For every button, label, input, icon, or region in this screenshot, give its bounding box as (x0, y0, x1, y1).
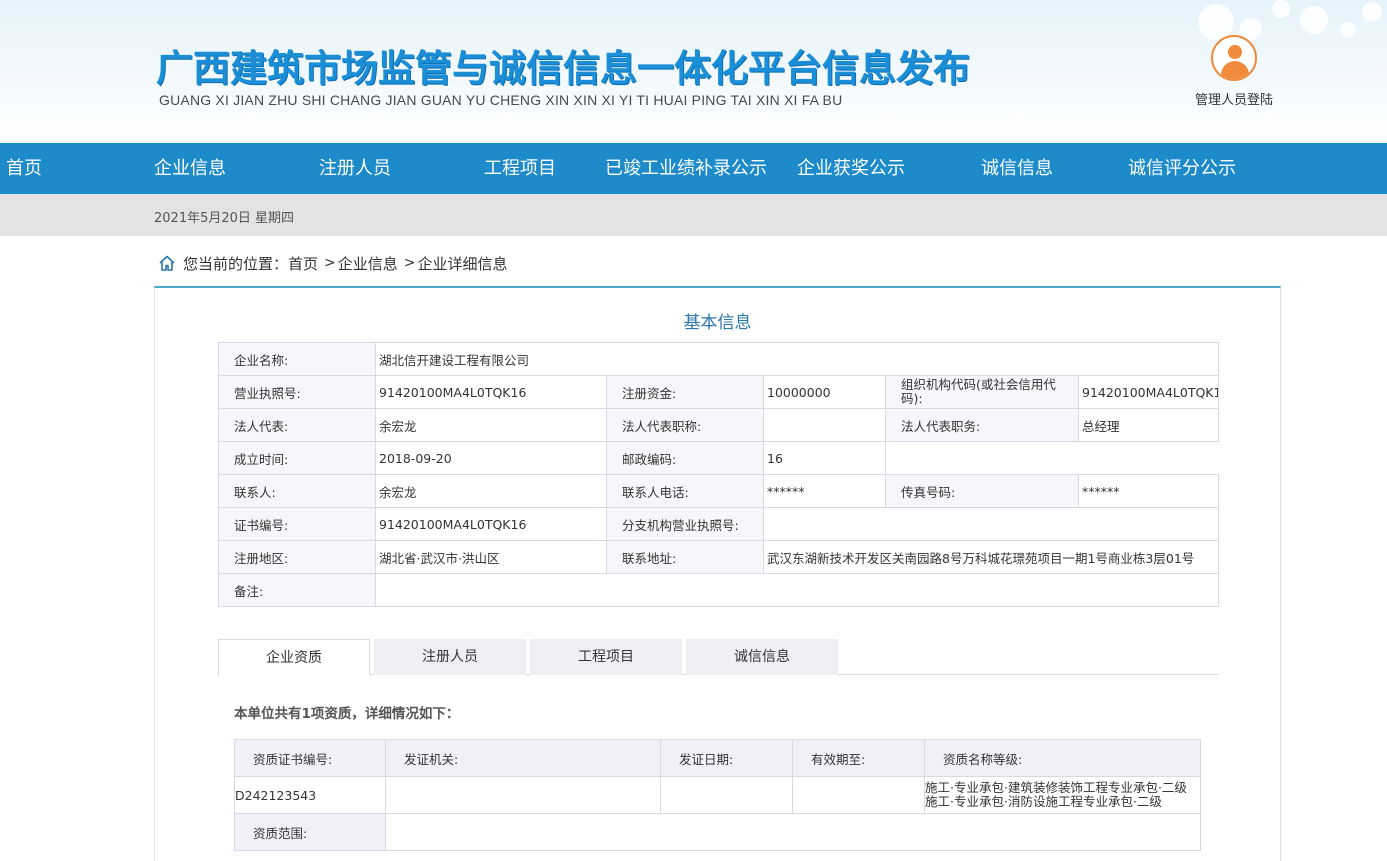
legal-rep-value: 余宏龙 (375, 408, 607, 442)
license-no-value: 91420100MA4L0TQK16 (375, 375, 607, 409)
cert-no-value: 91420100MA4L0TQK16 (375, 507, 607, 541)
legal-title-value (763, 408, 886, 442)
current-date: 2021年5月20日 星期四 (154, 211, 295, 226)
table-row: 营业执照号: 91420100MA4L0TQK16 注册资金: 10000000… (218, 375, 1220, 409)
nav-item-credit-score[interactable]: 诚信评分公示 (1128, 143, 1236, 194)
breadcrumb-prefix: 您当前的位置： (183, 254, 289, 273)
tab-registered-personnel[interactable]: 注册人员 (374, 639, 526, 675)
company-name-label: 企业名称: (218, 342, 376, 376)
breadcrumb: 您当前的位置： 首页 > 企业信息 > 企业详细信息 (158, 252, 508, 274)
home-icon (159, 255, 175, 271)
breadcrumb-home[interactable]: 首页 (288, 253, 318, 274)
postcode-value: 16 (763, 441, 886, 475)
table-header-row: 资质证书编号: 发证机关: 发证日期: 有效期至: 资质名称等级: (234, 739, 1201, 777)
table-row: 注册地区: 湖北省·武汉市·洪山区 联系地址: 武汉东湖新技术开发区关南园路8号… (218, 540, 1220, 574)
table-row: 联系人: 余宏龙 联系人电话: ****** 传真号码: ****** (218, 474, 1220, 508)
fax-label: 传真号码: (885, 474, 1079, 508)
license-no-label: 营业执照号: (218, 375, 376, 409)
empty-cell (884, 441, 1219, 475)
decor-bubble (1362, 2, 1382, 22)
region-value: 湖北省·武汉市·洪山区 (375, 540, 607, 574)
legal-title-label: 法人代表职称: (606, 408, 764, 442)
date-bar: 2021年5月20日 星期四 (0, 194, 1387, 236)
table-row: 企业名称: 湖北信开建设工程有限公司 (218, 342, 1220, 376)
admin-login-label[interactable]: 管理人员登陆 (1188, 89, 1280, 108)
breadcrumb-enterprise[interactable]: 企业信息 (338, 253, 398, 274)
remark-value (374, 573, 1220, 607)
tab-projects[interactable]: 工程项目 (530, 639, 682, 675)
site-subtitle: GUANG XI JIAN ZHU SHI CHANG JIAN GUAN YU… (159, 92, 843, 108)
table-row: 法人代表: 余宏龙 法人代表职称: 法人代表职务: 总经理 (218, 408, 1220, 442)
basic-info-table: 企业名称: 湖北信开建设工程有限公司 营业执照号: 91420100MA4L0T… (218, 342, 1220, 607)
qual-cert-no: D242123543 (234, 776, 386, 814)
admin-login-link[interactable]: 管理人员登陆 (1188, 35, 1280, 108)
table-row: 备注: (218, 573, 1220, 607)
qual-grade: 施工·专业承包·建筑装修装饰工程专业承包·二级 施工·专业承包·消防设施工程专业… (924, 776, 1201, 814)
table-row: 证书编号: 91420100MA4L0TQK16 分支机构营业执照号: (218, 507, 1220, 541)
postcode-label: 邮政编码: (606, 441, 764, 475)
nav-item-awards[interactable]: 企业获奖公示 (797, 143, 905, 194)
capital-label: 注册资金: (606, 375, 764, 409)
legal-rep-label: 法人代表: (218, 408, 376, 442)
decor-bubble (1272, 0, 1290, 18)
table-row: 资质范围: (234, 813, 1201, 851)
qual-grade-line: 施工·专业承包·消防设施工程专业承包·二级 (925, 794, 1162, 809)
qualification-table: 资质证书编号: 发证机关: 发证日期: 有效期至: 资质名称等级: D24212… (234, 739, 1201, 851)
detail-tabs: 企业资质 注册人员 工程项目 诚信信息 (218, 639, 1218, 676)
legal-position-value: 总经理 (1077, 408, 1220, 442)
qual-valid-until (792, 776, 925, 814)
address-value: 武汉东湖新技术开发区关南园路8号万科城花璟苑项目一期1号商业栋3层01号 (762, 540, 1220, 574)
nav-item-completed-performance[interactable]: 已竣工业绩补录公示 (605, 143, 767, 194)
table-row: 成立时间: 2018-09-20 邮政编码: 16 (218, 441, 1219, 475)
nav-item-enterprise[interactable]: 企业信息 (154, 143, 226, 194)
legal-position-label: 法人代表职务: (885, 408, 1079, 442)
region-label: 注册地区: (218, 540, 376, 574)
company-name-value: 湖北信开建设工程有限公司 (374, 342, 1220, 376)
col-header-valid-until: 有效期至: (792, 739, 925, 777)
basic-info-title: 基本信息 (683, 313, 752, 333)
site-title: 广西建筑市场监管与诚信信息一体化平台信息发布 (156, 47, 970, 90)
qual-grade-line: 施工·专业承包·建筑装修装饰工程专业承包·二级 (925, 780, 1187, 795)
main-nav: 首页 企业信息 注册人员 工程项目 已竣工业绩补录公示 企业获奖公示 诚信信息 … (0, 143, 1387, 194)
org-code-label: 组织机构代码(或社会信用代码): (885, 375, 1079, 409)
contact-value: 余宏龙 (375, 474, 607, 508)
table-row: D242123543 施工·专业承包·建筑装修装饰工程专业承包·二级 施工·专业… (234, 776, 1201, 814)
founded-value: 2018-09-20 (375, 441, 607, 475)
qual-scope-value (385, 813, 1201, 851)
col-header-issuer: 发证机关: (385, 739, 661, 777)
remark-label: 备注: (218, 573, 376, 607)
breadcrumb-current: 企业详细信息 (417, 254, 508, 273)
breadcrumb-separator: > (403, 255, 416, 271)
address-label: 联系地址: (606, 540, 764, 574)
contact-phone-value: ****** (763, 474, 886, 508)
contact-phone-label: 联系人电话: (606, 474, 764, 508)
user-icon[interactable] (1211, 35, 1257, 81)
cert-no-label: 证书编号: (218, 507, 376, 541)
qual-scope-label: 资质范围: (234, 813, 386, 851)
capital-value: 10000000 (763, 375, 886, 409)
decor-bubble (1300, 6, 1328, 34)
nav-item-personnel[interactable]: 注册人员 (319, 143, 391, 194)
qualification-summary: 本单位共有1项资质，详细情况如下： (234, 706, 460, 722)
col-header-cert-no: 资质证书编号: (234, 739, 386, 777)
decor-bubble (1340, 22, 1356, 38)
tab-credit-info[interactable]: 诚信信息 (686, 639, 838, 675)
fax-value: ****** (1077, 474, 1220, 508)
nav-item-credit-info[interactable]: 诚信信息 (981, 143, 1053, 194)
nav-item-home[interactable]: 首页 (6, 143, 42, 194)
qual-issue-date (660, 776, 793, 814)
qual-issuer (385, 776, 661, 814)
contact-label: 联系人: (218, 474, 376, 508)
nav-item-projects[interactable]: 工程项目 (484, 143, 556, 194)
branch-license-value (762, 507, 1220, 541)
founded-label: 成立时间: (218, 441, 376, 475)
branch-license-label: 分支机构营业执照号: (606, 507, 764, 541)
tab-qualifications[interactable]: 企业资质 (218, 639, 370, 676)
col-header-grade: 资质名称等级: (924, 739, 1201, 777)
org-code-value: 91420100MA4L0TQK16 (1077, 375, 1220, 409)
breadcrumb-separator: > (324, 255, 336, 271)
col-header-issue-date: 发证日期: (660, 739, 793, 777)
detail-panel: 基本信息 企业名称: 湖北信开建设工程有限公司 营业执照号: 91420100M… (154, 286, 1281, 861)
site-header: 广西建筑市场监管与诚信信息一体化平台信息发布 GUANG XI JIAN ZHU… (0, 0, 1387, 143)
